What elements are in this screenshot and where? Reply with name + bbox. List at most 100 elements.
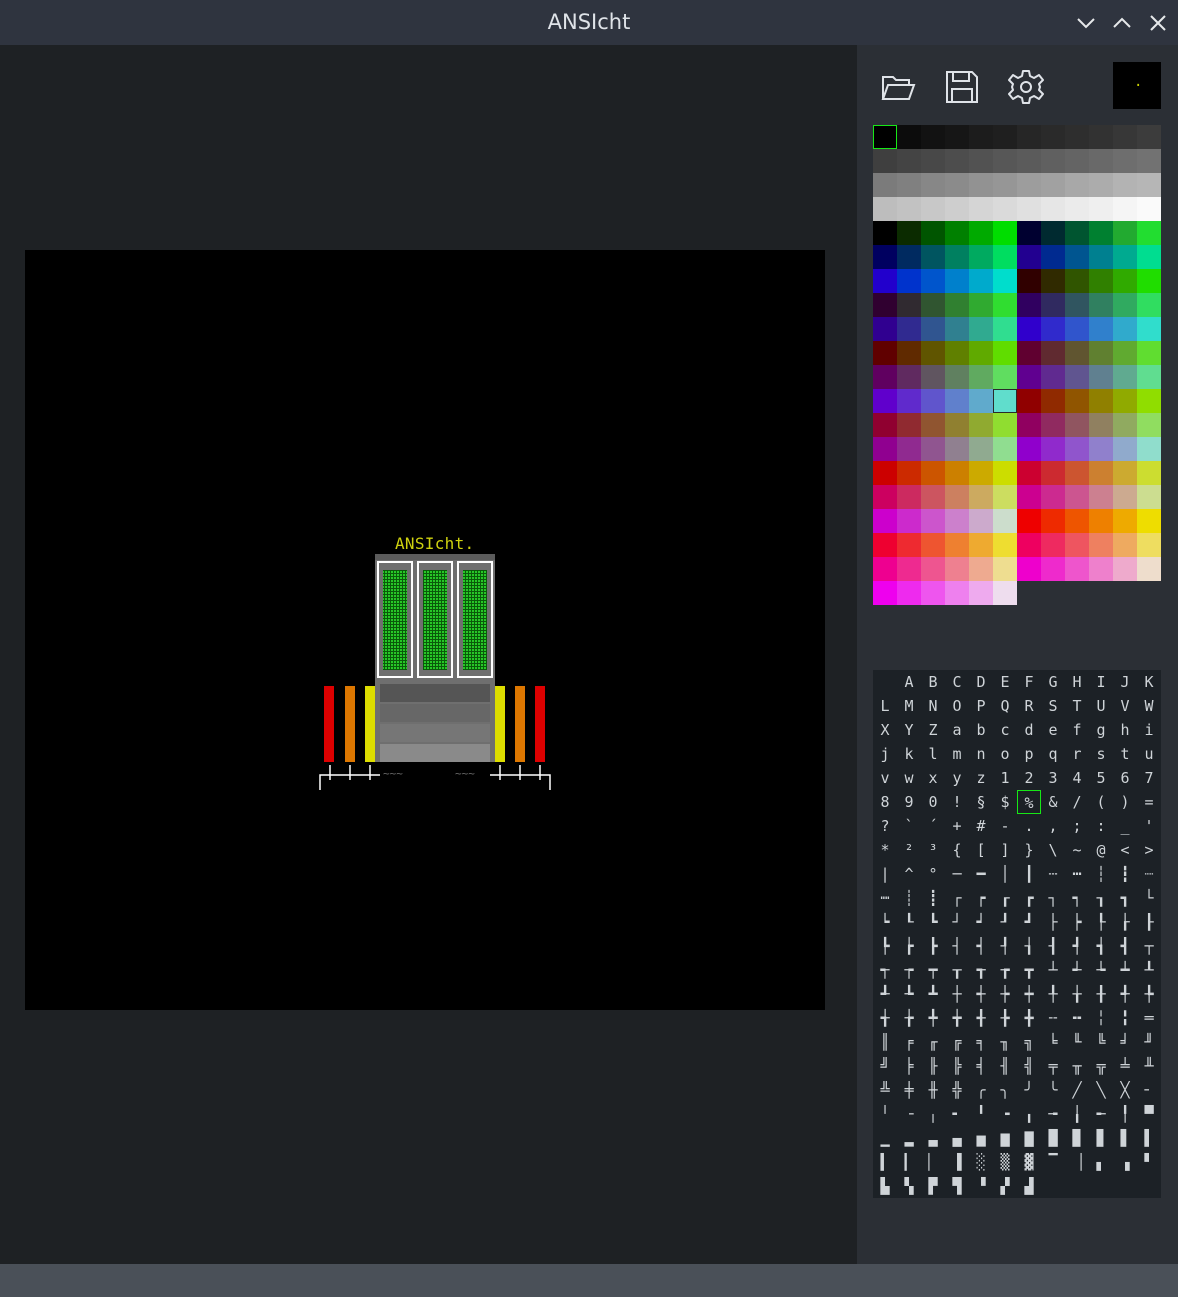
charmap-cell[interactable]: ╖ [993, 1030, 1017, 1054]
palette-swatch[interactable] [1065, 317, 1089, 341]
palette-swatch[interactable] [1089, 269, 1113, 293]
palette-swatch[interactable] [1089, 293, 1113, 317]
charmap-cell[interactable]: ┹ [873, 982, 897, 1006]
palette-swatch[interactable] [1017, 149, 1041, 173]
palette-swatch[interactable] [993, 149, 1017, 173]
palette-swatch[interactable] [921, 125, 945, 149]
charmap-cell[interactable]: ╬ [945, 1078, 969, 1102]
palette-swatch[interactable] [897, 245, 921, 269]
palette-swatch[interactable] [945, 413, 969, 437]
palette-swatch[interactable] [1017, 317, 1041, 341]
charmap-cell[interactable]: ╛ [1113, 1030, 1137, 1054]
charmap-cell[interactable]: ┘ [945, 910, 969, 934]
charmap-cell[interactable]: _ [1113, 814, 1137, 838]
charmap-cell[interactable]: ▝ [969, 1174, 993, 1198]
palette-swatch[interactable] [1017, 125, 1041, 149]
charmap-cell[interactable]: ▛ [921, 1174, 945, 1198]
charmap-cell[interactable]: ! [945, 790, 969, 814]
charmap-cell[interactable]: ┭ [873, 958, 897, 982]
charmap-cell[interactable]: ┻ [921, 982, 945, 1006]
charmap-cell[interactable]: ╷ [921, 1102, 945, 1126]
charmap-cell[interactable]: ▙ [873, 1174, 897, 1198]
palette-swatch[interactable] [897, 533, 921, 557]
charmap-cell[interactable]: T [1065, 694, 1089, 718]
palette-swatch[interactable] [1041, 365, 1065, 389]
palette-swatch[interactable] [1089, 365, 1113, 389]
charmap-cell[interactable]: N [921, 694, 945, 718]
palette-swatch[interactable] [1137, 125, 1161, 149]
palette-swatch[interactable] [969, 533, 993, 557]
palette-swatch[interactable] [1113, 173, 1137, 197]
palette-swatch[interactable] [1137, 173, 1161, 197]
charmap-cell[interactable]: ▗ [1113, 1150, 1137, 1174]
charmap-cell[interactable]: f [1065, 718, 1089, 742]
charmap-cell[interactable]: 6 [1113, 766, 1137, 790]
charmap-cell[interactable]: X [873, 718, 897, 742]
palette-swatch[interactable] [921, 365, 945, 389]
charmap-cell[interactable]: & [1041, 790, 1065, 814]
palette-swatch[interactable] [1137, 533, 1161, 557]
charmap-cell[interactable]: ╨ [1137, 1054, 1161, 1078]
charmap-cell[interactable]: ² [897, 838, 921, 862]
charmap-cell[interactable]: ╓ [921, 1030, 945, 1054]
charmap-cell[interactable]: ┠ [1137, 910, 1161, 934]
charmap-cell[interactable]: ┝ [1065, 910, 1089, 934]
charmap-cell[interactable]: § [969, 790, 993, 814]
charmap-cell[interactable]: C [945, 670, 969, 694]
charmap-cell[interactable]: + [945, 814, 969, 838]
palette-swatch[interactable] [1137, 293, 1161, 317]
palette-swatch[interactable] [945, 221, 969, 245]
charmap-cell[interactable]: ╲ [1089, 1078, 1113, 1102]
charmap-cell[interactable]: ┯ [921, 958, 945, 982]
palette-swatch[interactable] [945, 389, 969, 413]
palette-swatch[interactable] [921, 269, 945, 293]
charmap-cell[interactable]: ╠ [945, 1054, 969, 1078]
charmap-cell[interactable]: ³ [921, 838, 945, 862]
palette-swatch[interactable] [921, 389, 945, 413]
palette-swatch[interactable] [897, 485, 921, 509]
charmap-cell[interactable]: ╏ [1113, 1006, 1137, 1030]
charmap-cell[interactable]: - [993, 814, 1017, 838]
palette-swatch[interactable] [1137, 197, 1161, 221]
palette-swatch[interactable] [1137, 389, 1161, 413]
palette-swatch[interactable] [1041, 125, 1065, 149]
palette-swatch[interactable] [1065, 341, 1089, 365]
charmap-cell[interactable]: ┚ [993, 910, 1017, 934]
charmap-cell[interactable]: ┅ [1065, 862, 1089, 886]
palette-swatch[interactable] [921, 581, 945, 605]
palette-swatch[interactable] [969, 197, 993, 221]
charmap-cell[interactable]: ┎ [993, 886, 1017, 910]
palette-swatch[interactable] [1017, 245, 1041, 269]
palette-swatch[interactable] [969, 509, 993, 533]
palette-swatch[interactable] [1113, 341, 1137, 365]
charmap-cell[interactable]: ╱ [1065, 1078, 1089, 1102]
charmap-cell[interactable]: w [897, 766, 921, 790]
charmap-cell[interactable]: ╮ [993, 1078, 1017, 1102]
palette-swatch[interactable] [993, 413, 1017, 437]
palette-swatch[interactable] [921, 533, 945, 557]
palette-swatch[interactable] [945, 461, 969, 485]
charmap-cell[interactable]: ┄ [1041, 862, 1065, 886]
charmap-cell[interactable]: ▔ [1041, 1150, 1065, 1174]
charmap-cell[interactable]: J [1113, 670, 1137, 694]
charmap-cell[interactable]: ┊ [897, 886, 921, 910]
palette-swatch[interactable] [993, 341, 1017, 365]
palette-swatch[interactable] [1113, 221, 1137, 245]
palette-swatch[interactable] [945, 341, 969, 365]
palette-swatch[interactable] [993, 485, 1017, 509]
palette-swatch[interactable] [1017, 461, 1041, 485]
charmap-cell[interactable]: b [969, 718, 993, 742]
palette-swatch[interactable] [1017, 533, 1041, 557]
charmap-cell[interactable]: v [873, 766, 897, 790]
charmap-cell[interactable]: ╌ [1041, 1006, 1065, 1030]
palette-swatch[interactable] [921, 173, 945, 197]
charmap-cell[interactable]: ╂ [1089, 982, 1113, 1006]
charmap-cell[interactable]: i [1137, 718, 1161, 742]
charmap-cell[interactable]: G [1041, 670, 1065, 694]
palette-swatch[interactable] [1065, 557, 1089, 581]
palette-swatch[interactable] [1089, 221, 1113, 245]
charmap-cell[interactable]: █ [1041, 1126, 1065, 1150]
palette-swatch[interactable] [1065, 269, 1089, 293]
palette-swatch[interactable] [945, 485, 969, 509]
charmap-cell[interactable]: ┙ [969, 910, 993, 934]
